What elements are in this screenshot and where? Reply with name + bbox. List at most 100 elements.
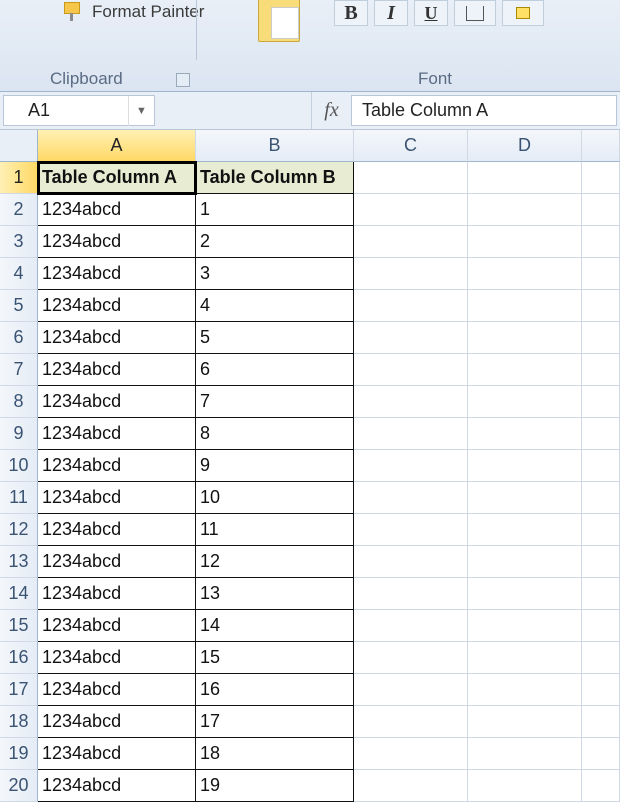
cell[interactable]: 1234abcd (38, 642, 196, 674)
name-box[interactable]: A1 ▼ (3, 95, 155, 126)
cell[interactable] (468, 738, 582, 770)
cell[interactable]: 1234abcd (38, 258, 196, 290)
cell[interactable] (354, 418, 468, 450)
cell[interactable]: 15 (196, 642, 354, 674)
cell[interactable] (468, 354, 582, 386)
cell[interactable] (354, 194, 468, 226)
cell[interactable]: 1234abcd (38, 514, 196, 546)
cell[interactable]: 18 (196, 738, 354, 770)
cell[interactable] (468, 258, 582, 290)
paste-icon[interactable] (258, 0, 300, 42)
cell[interactable] (468, 610, 582, 642)
cell[interactable] (354, 578, 468, 610)
cell[interactable]: 6 (196, 354, 354, 386)
cell[interactable] (582, 354, 620, 386)
cell[interactable] (354, 162, 468, 194)
select-all-corner[interactable] (0, 130, 38, 162)
row-header[interactable]: 18 (0, 706, 38, 738)
cell[interactable]: 1234abcd (38, 578, 196, 610)
cell[interactable]: 4 (196, 290, 354, 322)
cell[interactable]: 8 (196, 418, 354, 450)
cell[interactable]: 1234abcd (38, 322, 196, 354)
cell[interactable] (582, 546, 620, 578)
row-header[interactable]: 12 (0, 514, 38, 546)
cell[interactable] (582, 162, 620, 194)
row-header[interactable]: 10 (0, 450, 38, 482)
cell[interactable] (354, 706, 468, 738)
cell[interactable]: 9 (196, 450, 354, 482)
cell[interactable] (354, 322, 468, 354)
row-header[interactable]: 13 (0, 546, 38, 578)
cell[interactable] (354, 610, 468, 642)
cell[interactable] (468, 706, 582, 738)
cell[interactable]: 1 (196, 194, 354, 226)
cell[interactable]: 1234abcd (38, 226, 196, 258)
cell[interactable] (468, 482, 582, 514)
cell[interactable] (354, 386, 468, 418)
cell[interactable] (582, 290, 620, 322)
fx-icon[interactable]: fx (311, 92, 351, 129)
row-header[interactable]: 5 (0, 290, 38, 322)
cell[interactable]: 1234abcd (38, 450, 196, 482)
cell[interactable]: 1234abcd (38, 674, 196, 706)
cell[interactable] (582, 482, 620, 514)
cell[interactable] (468, 514, 582, 546)
cell[interactable]: 1234abcd (38, 546, 196, 578)
cell[interactable]: 1234abcd (38, 738, 196, 770)
cell[interactable] (468, 450, 582, 482)
row-header[interactable]: 15 (0, 610, 38, 642)
cell[interactable]: 1234abcd (38, 194, 196, 226)
cell[interactable] (468, 290, 582, 322)
cell[interactable] (354, 226, 468, 258)
row-header[interactable]: 3 (0, 226, 38, 258)
fill-color-button[interactable] (502, 0, 544, 26)
cell[interactable] (582, 738, 620, 770)
cell[interactable]: 1234abcd (38, 418, 196, 450)
bold-button[interactable]: B (334, 0, 368, 26)
cell[interactable] (354, 514, 468, 546)
cell[interactable]: 3 (196, 258, 354, 290)
cell[interactable]: 12 (196, 546, 354, 578)
cell[interactable]: 1234abcd (38, 482, 196, 514)
cell[interactable] (468, 642, 582, 674)
cell[interactable] (468, 418, 582, 450)
cell[interactable] (354, 258, 468, 290)
cell[interactable] (354, 546, 468, 578)
cell[interactable] (468, 674, 582, 706)
cell[interactable]: 2 (196, 226, 354, 258)
cell[interactable]: Table Column A (38, 162, 196, 194)
cell[interactable] (468, 578, 582, 610)
cell[interactable] (354, 290, 468, 322)
cell[interactable]: 17 (196, 706, 354, 738)
chevron-down-icon[interactable]: ▼ (128, 96, 154, 126)
cell[interactable] (582, 418, 620, 450)
spreadsheet-grid[interactable]: ABCD1Table Column ATable Column B21234ab… (0, 130, 620, 802)
cell[interactable]: 1234abcd (38, 354, 196, 386)
column-header[interactable]: C (354, 130, 468, 162)
row-header[interactable]: 9 (0, 418, 38, 450)
cell[interactable] (468, 162, 582, 194)
cell[interactable] (582, 610, 620, 642)
cell[interactable]: 1234abcd (38, 290, 196, 322)
cell[interactable] (582, 386, 620, 418)
format-painter-button[interactable]: Format Painter (62, 2, 204, 22)
cell[interactable]: 7 (196, 386, 354, 418)
cell[interactable]: 1234abcd (38, 610, 196, 642)
cell[interactable] (468, 386, 582, 418)
cell[interactable] (354, 482, 468, 514)
column-header[interactable]: A (38, 130, 196, 162)
cell[interactable] (582, 642, 620, 674)
cell[interactable] (582, 706, 620, 738)
cell[interactable] (468, 226, 582, 258)
cell[interactable] (582, 450, 620, 482)
cell[interactable] (354, 450, 468, 482)
cell[interactable] (582, 674, 620, 706)
underline-button[interactable]: U (414, 0, 448, 26)
row-header[interactable]: 7 (0, 354, 38, 386)
row-header[interactable]: 2 (0, 194, 38, 226)
cell[interactable]: Table Column B (196, 162, 354, 194)
cell[interactable]: 14 (196, 610, 354, 642)
cell[interactable] (468, 546, 582, 578)
row-header[interactable]: 11 (0, 482, 38, 514)
formula-bar[interactable]: Table Column A (351, 95, 617, 126)
